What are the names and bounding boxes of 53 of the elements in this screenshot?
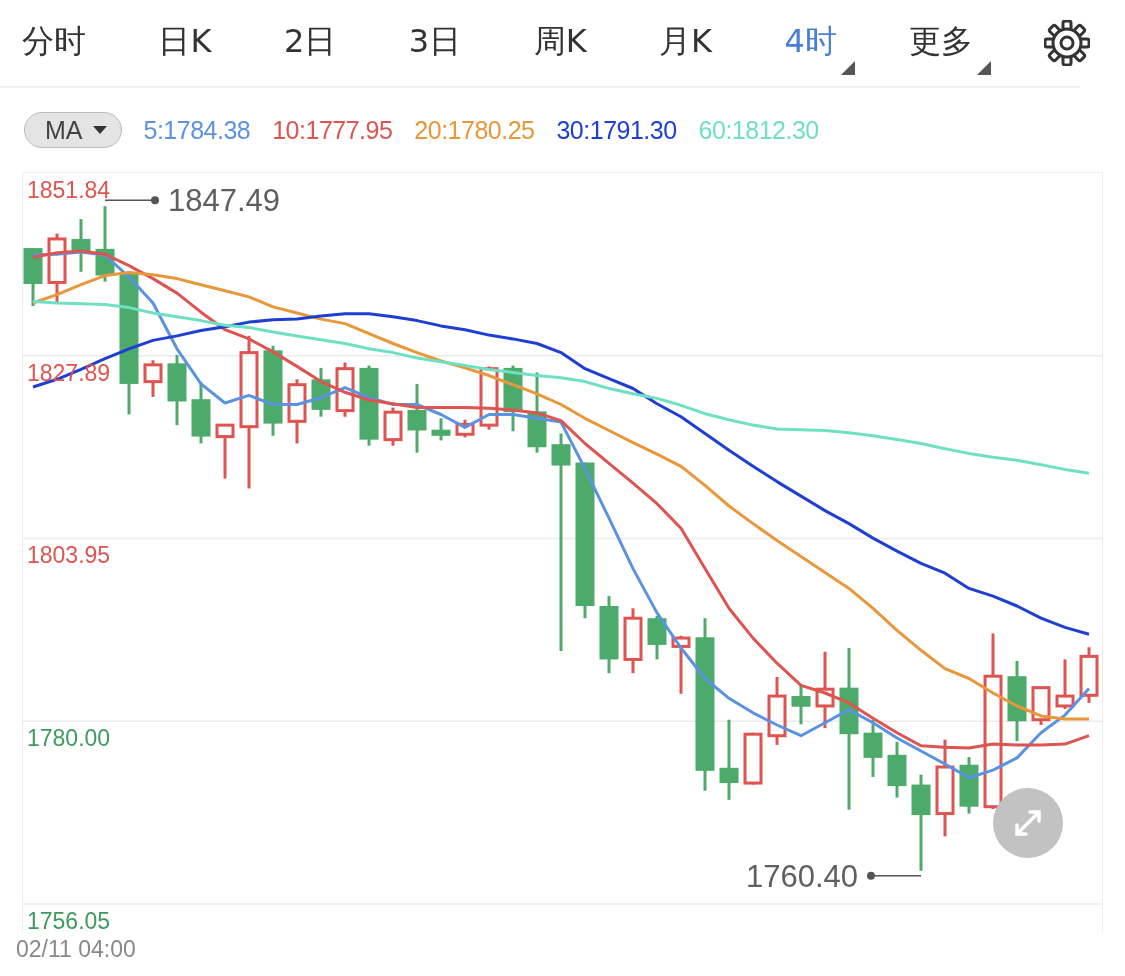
ma-legend-item: 30:1791.30	[556, 115, 677, 145]
candlestick	[167, 354, 187, 426]
leader-line	[104, 196, 159, 205]
tab[interactable]: 2日	[281, 11, 355, 75]
leader-line	[867, 871, 922, 880]
candlestick	[479, 366, 499, 430]
tab[interactable]: 月K	[657, 11, 731, 75]
candlestick	[647, 615, 667, 660]
candlestick	[959, 757, 979, 814]
candlestick	[887, 741, 907, 798]
settings-icon[interactable]	[1043, 20, 1090, 66]
candlestick	[455, 419, 475, 438]
axis-label: 1803.95	[27, 542, 111, 569]
tab[interactable]: 分时	[20, 11, 104, 75]
candlestick	[623, 608, 643, 674]
tab[interactable]: 4时	[782, 11, 855, 75]
candlestick	[47, 233, 67, 304]
candlestick	[311, 367, 331, 417]
candlestick	[503, 365, 523, 432]
axis-label: 1780.00	[27, 725, 111, 752]
ma-legend-item: 20:1780.25	[414, 115, 535, 145]
candlestick	[863, 719, 883, 777]
candlestick	[767, 676, 787, 745]
price-annotation: 1760.40	[745, 858, 858, 894]
candlestick	[23, 248, 43, 307]
tab[interactable]: 3日	[406, 11, 480, 75]
candlestick	[287, 379, 307, 444]
candlestick	[335, 362, 355, 417]
candlestick	[383, 407, 403, 446]
candlestick	[743, 732, 763, 785]
candlestick	[143, 360, 163, 397]
candlestick	[1031, 686, 1051, 726]
candlestick	[71, 219, 91, 272]
indicator-dropdown[interactable]: MA	[24, 112, 122, 148]
axis-label: 1851.84	[27, 177, 111, 203]
tab[interactable]: 周K	[531, 11, 605, 75]
tab[interactable]: 日K	[156, 11, 230, 75]
price-annotation: 1847.49	[168, 183, 281, 219]
candlestick	[431, 418, 451, 441]
tab[interactable]: 更多	[907, 11, 992, 75]
candlestick	[671, 635, 691, 694]
candlestick	[1055, 659, 1075, 709]
candlestick	[407, 383, 427, 453]
candlestick	[191, 382, 211, 444]
ma-legend-item: 60:1812.30	[698, 115, 819, 145]
caret-icon	[92, 125, 107, 135]
ma-legend-item: 5:1784.38	[143, 115, 251, 145]
candlestick	[1079, 647, 1099, 703]
time-label: 02/11 04:00	[16, 936, 136, 963]
ma-legend-item: 10:1777.95	[272, 115, 393, 145]
candlestick	[791, 685, 811, 725]
axis-label: 1756.05	[27, 908, 111, 932]
candlestick	[215, 423, 235, 479]
